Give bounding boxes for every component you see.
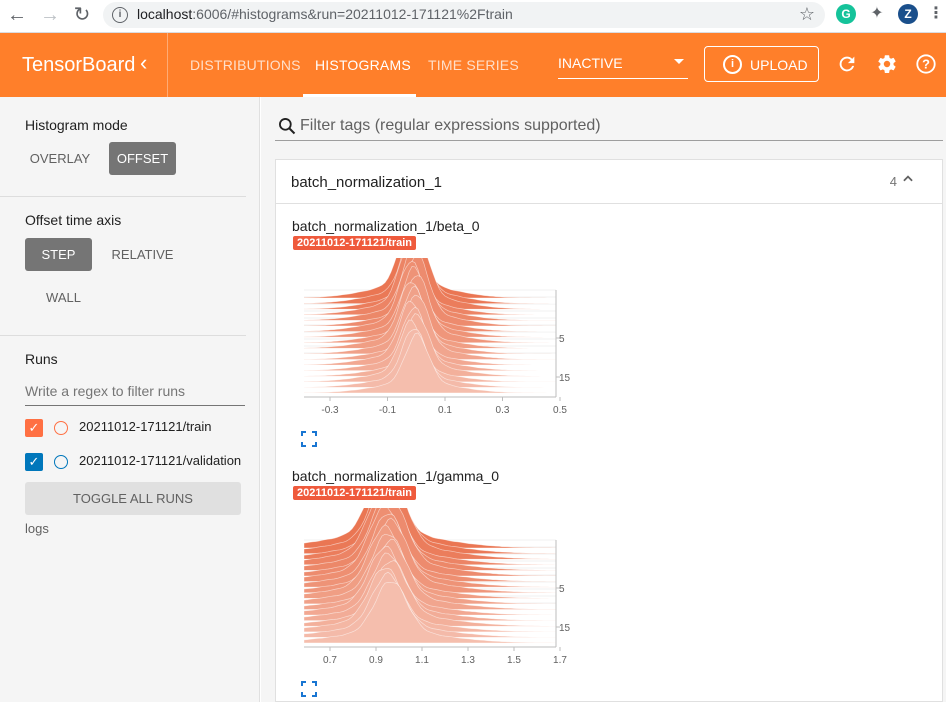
y-tick-label: 5 <box>559 334 565 345</box>
expand-chart-icon[interactable] <box>301 431 317 447</box>
tag-group-card: batch_normalization_1 4 batch_normalizat… <box>275 159 943 702</box>
svg-text:?: ? <box>922 57 930 72</box>
x-tick-label: 1.1 <box>415 655 429 666</box>
extensions-puzzle-icon[interactable]: ✦ <box>867 4 887 24</box>
main-content: Filter tags (regular expressions support… <box>261 97 946 702</box>
upload-button[interactable]: i UPLOAD <box>704 46 819 82</box>
x-tick-label: -0.1 <box>379 405 397 416</box>
site-info-icon[interactable]: i <box>112 7 128 23</box>
collapse-sidebar-icon[interactable]: ‹ <box>140 50 147 76</box>
tag-group-header[interactable]: batch_normalization_1 4 <box>276 160 942 204</box>
x-tick-label: 0.7 <box>323 655 337 666</box>
y-tick-label: 5 <box>559 584 565 595</box>
toggle-all-runs-button[interactable]: TOGGLE ALL RUNS <box>25 482 241 515</box>
tag-count: 4 <box>889 174 897 189</box>
tag-group-title: batch_normalization_1 <box>291 174 442 191</box>
sidebar-divider <box>0 196 246 197</box>
browser-menu-icon[interactable]: ⋮ <box>926 4 946 24</box>
histogram-chart[interactable]: 0.7 0.9 1.1 1.3 1.5 1.7 5 15 <box>304 508 594 678</box>
run-name: 20211012-171121/validation <box>79 453 242 468</box>
y-tick-label: 15 <box>559 623 571 634</box>
tensorboard-header: TensorBoard ‹ DISTRIBUTIONS HISTOGRAMS T… <box>0 33 946 97</box>
wall-option[interactable]: WALL <box>30 281 97 314</box>
tab-time-series[interactable]: TIME SERIES <box>428 57 519 73</box>
overlay-option[interactable]: OVERLAY <box>25 142 95 175</box>
x-tick-label: 0.1 <box>438 405 452 416</box>
tab-histograms[interactable]: HISTOGRAMS <box>315 57 411 73</box>
tab-distributions[interactable]: DISTRIBUTIONS <box>190 57 301 73</box>
run-badge: 20211012-171121/train <box>293 486 416 500</box>
inactive-plugins-select[interactable]: INACTIVE <box>558 55 688 79</box>
reload-icon[interactable]: ↻ <box>70 3 94 27</box>
run-badge: 20211012-171121/train <box>293 236 416 250</box>
inactive-select-label: INACTIVE <box>558 55 623 71</box>
run-checkbox[interactable]: ✓ <box>25 453 43 471</box>
runs-title: Runs <box>25 351 58 367</box>
offset-option[interactable]: OFFSET <box>109 142 176 175</box>
x-tick-label: 1.5 <box>507 655 521 666</box>
header-divider <box>167 33 168 97</box>
profile-avatar[interactable]: Z <box>898 4 918 24</box>
expand-chart-icon[interactable] <box>301 681 317 697</box>
x-tick-label: 0.9 <box>369 655 383 666</box>
histogram-mode-title: Histogram mode <box>25 117 128 133</box>
search-icon <box>279 118 296 135</box>
back-arrow-icon[interactable]: ← <box>5 3 29 27</box>
run-name: 20211012-171121/train <box>79 419 212 434</box>
histogram-slice <box>304 508 557 560</box>
step-option[interactable]: STEP <box>25 238 92 271</box>
sidebar: Histogram mode OVERLAY OFFSET Offset tim… <box>0 97 260 702</box>
dropdown-caret-icon <box>674 59 684 64</box>
run-color-swatch[interactable] <box>54 455 68 469</box>
x-tick-label: 1.7 <box>553 655 567 666</box>
address-bar[interactable]: i localhost:6006/#histograms&run=2021101… <box>103 2 825 28</box>
tag-filter-input[interactable]: Filter tags (regular expressions support… <box>275 113 943 141</box>
tag-filter-placeholder: Filter tags (regular expressions support… <box>300 117 601 134</box>
sidebar-divider <box>0 335 246 336</box>
x-tick-label: 1.3 <box>461 655 475 666</box>
x-tick-label: -0.3 <box>321 405 339 416</box>
relative-option[interactable]: RELATIVE <box>105 238 180 271</box>
upload-label: UPLOAD <box>750 57 808 73</box>
run-item-validation[interactable]: ✓ 20211012-171121/validation <box>25 453 245 483</box>
histogram-chart[interactable]: -0.3 -0.1 0.1 0.3 0.5 5 15 <box>304 258 594 428</box>
x-tick-label: 0.5 <box>553 405 567 416</box>
bookmark-star-icon[interactable]: ☆ <box>799 4 815 25</box>
grammarly-extension-icon[interactable]: G <box>836 4 856 24</box>
chart-title: batch_normalization_1/gamma_0 <box>292 468 500 484</box>
browser-toolbar: ← → ↻ i localhost:6006/#histograms&run=2… <box>0 0 946 33</box>
forward-arrow-icon[interactable]: → <box>38 3 62 27</box>
chevron-up-icon[interactable] <box>901 172 915 190</box>
x-tick-label: 0.3 <box>496 405 510 416</box>
logdir-label: logs <box>25 521 49 536</box>
url-text: localhost:6006/#histograms&run=20211012-… <box>137 6 513 22</box>
y-tick-label: 15 <box>559 373 571 384</box>
info-icon: i <box>723 55 742 74</box>
help-icon[interactable]: ? <box>915 53 937 79</box>
chart-title: batch_normalization_1/beta_0 <box>292 218 480 234</box>
run-item-train[interactable]: ✓ 20211012-171121/train <box>25 419 245 439</box>
run-color-swatch[interactable] <box>54 421 68 435</box>
brand-title: TensorBoard <box>22 54 136 76</box>
settings-gear-icon[interactable] <box>876 53 898 79</box>
offset-time-axis-title: Offset time axis <box>25 212 122 228</box>
runs-filter-input[interactable]: Write a regex to filter runs <box>25 380 245 406</box>
refresh-icon[interactable] <box>836 53 858 79</box>
run-checkbox[interactable]: ✓ <box>25 419 43 437</box>
